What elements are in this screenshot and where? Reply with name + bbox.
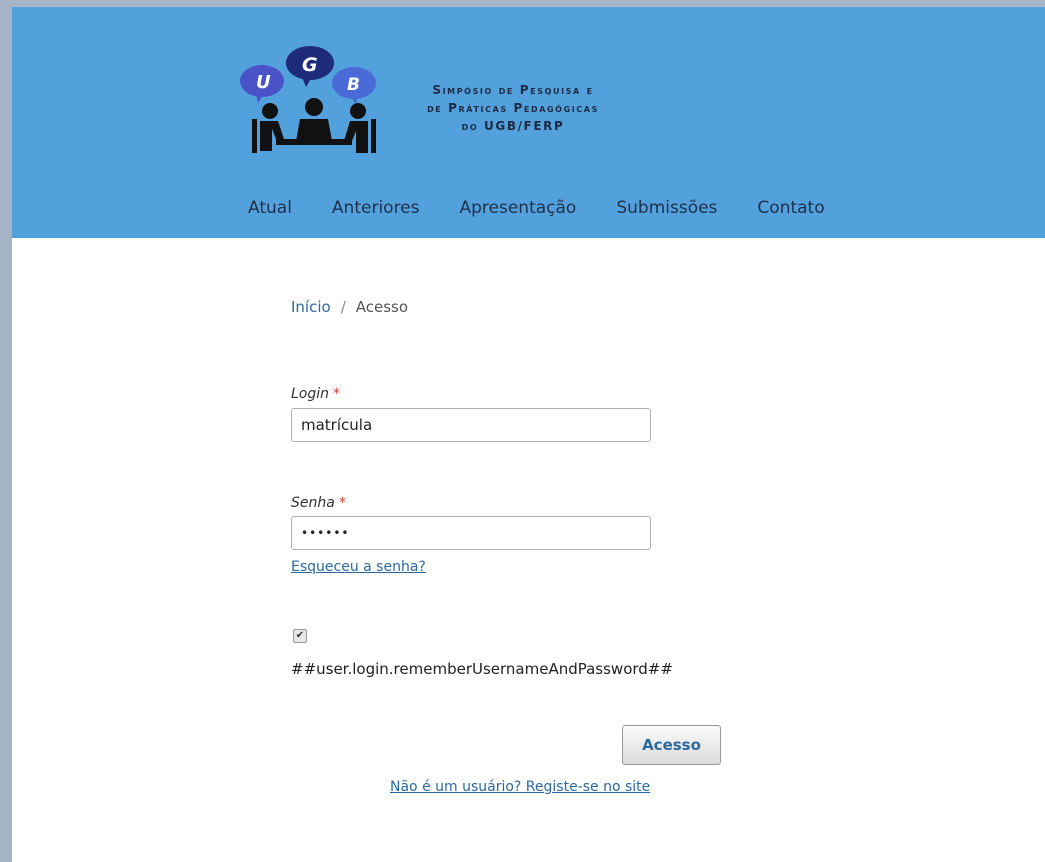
logo-title-line-1: Simpósio de Pesquisa e <box>432 83 594 97</box>
window-top-strip <box>0 0 1045 7</box>
login-label-text: Login <box>291 386 330 402</box>
logo-title-line-3: do UGB/FERP <box>461 119 565 133</box>
password-label-text: Senha <box>291 495 335 511</box>
site-logo[interactable]: U G B Simpósio de Pesquisa e de Práticas… <box>238 45 658 155</box>
password-input-value: •••••• <box>301 526 350 540</box>
password-required-mark: * <box>338 495 346 511</box>
breadcrumb-home-link[interactable]: Início <box>291 298 331 316</box>
breadcrumb-separator: / <box>340 298 346 316</box>
bubble-b-letter: B <box>347 75 360 95</box>
checkmark-icon: ✔ <box>295 630 305 641</box>
login-input[interactable]: matrícula <box>291 408 651 442</box>
login-label: Login * <box>291 386 340 402</box>
bubble-u-letter: U <box>256 72 271 93</box>
forgot-password-link[interactable]: Esqueceu a senha? <box>291 559 426 575</box>
login-input-value: matrícula <box>301 416 373 434</box>
remember-label: ##user.login.rememberUsernameAndPassword… <box>291 660 673 678</box>
people-at-table-icon <box>252 98 376 153</box>
register-link[interactable]: Não é um usuário? Registe-se no site <box>390 779 650 795</box>
nav-item-contato[interactable]: Contato <box>757 198 824 222</box>
nav-item-atual[interactable]: Atual <box>248 198 292 222</box>
bubble-g: G <box>286 46 334 87</box>
password-input[interactable]: •••••• <box>291 516 651 550</box>
site-header: U G B Simpósio de Pesquisa e de Práticas… <box>12 7 1045 238</box>
logo-emblem: U G B <box>240 46 376 153</box>
password-label: Senha * <box>291 495 346 511</box>
logo-title: Simpósio de Pesquisa e de Práticas Pedag… <box>368 81 658 135</box>
main-nav: Atual Anteriores Apresentação Submissões… <box>248 198 865 222</box>
remember-checkbox[interactable]: ✔ <box>293 629 307 643</box>
page: U G B Simpósio de Pesquisa e de Práticas… <box>12 7 1045 862</box>
bubble-u: U <box>240 65 284 103</box>
login-required-mark: * <box>333 386 341 402</box>
breadcrumb-current: Acesso <box>355 298 409 316</box>
breadcrumb: Início / Acesso <box>291 298 408 316</box>
nav-item-submissoes[interactable]: Submissões <box>616 198 717 222</box>
nav-item-apresentacao[interactable]: Apresentação <box>460 198 577 222</box>
logo-title-line-2: de Práticas Pedagógicas <box>427 101 599 115</box>
bubble-g-letter: G <box>302 54 318 76</box>
login-submit-button[interactable]: Acesso <box>622 725 721 765</box>
nav-item-anteriores[interactable]: Anteriores <box>332 198 420 222</box>
